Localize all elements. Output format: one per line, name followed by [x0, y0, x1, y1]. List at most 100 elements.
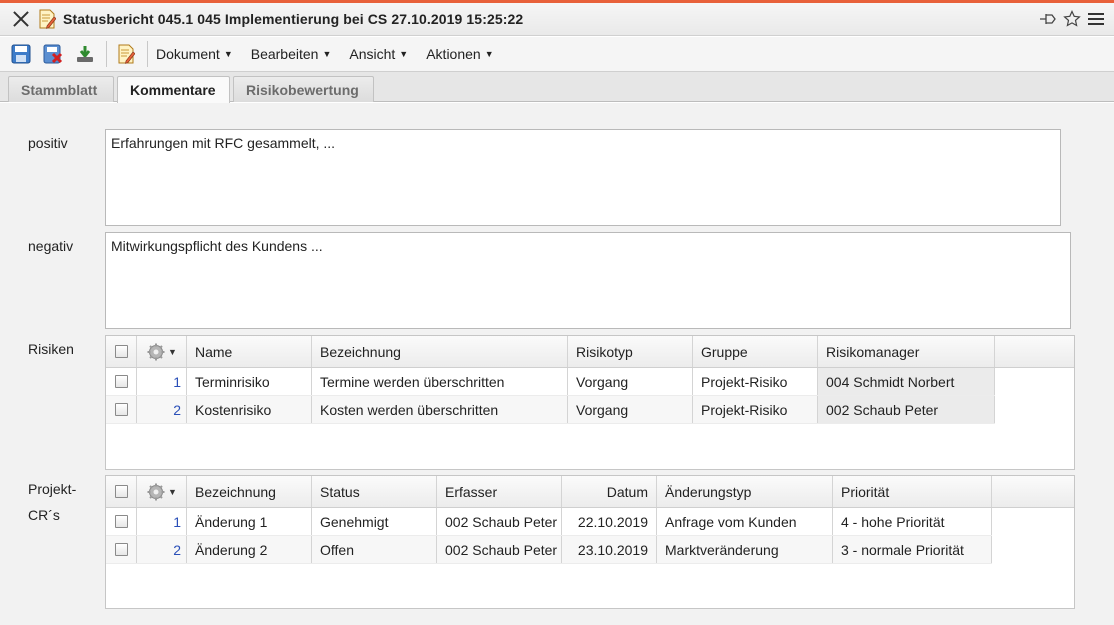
table-row[interactable]: 2 Kostenrisiko Kosten werden überschritt…: [106, 396, 995, 424]
row-select-cell: [106, 396, 137, 423]
menu-bearbeiten[interactable]: Bearbeiten ▼: [251, 46, 332, 62]
column-header-status[interactable]: Status: [312, 476, 437, 507]
caret-down-icon: ▼: [168, 486, 177, 497]
cell-datum: 22.10.2019: [562, 508, 657, 535]
column-settings-button[interactable]: ▼: [146, 342, 177, 362]
tab-risikobewertung[interactable]: Risikobewertung: [233, 76, 374, 102]
caret-down-icon: ▼: [484, 49, 494, 59]
row-number: 1: [137, 508, 187, 535]
row-select-cell: [106, 536, 137, 563]
table-row[interactable]: 1 Terminrisiko Termine werden überschrit…: [106, 368, 995, 396]
column-settings-button[interactable]: ▼: [146, 482, 177, 502]
row-number: 1: [137, 368, 187, 395]
negativ-label: negativ: [28, 238, 74, 254]
cell-prioritaet: 4 - hohe Priorität: [833, 508, 992, 535]
cell-name: Terminrisiko: [187, 368, 312, 395]
column-header-bezeichnung[interactable]: Bezeichnung: [187, 476, 312, 507]
table-row[interactable]: 1 Änderung 1 Genehmigt 002 Schaub Peter …: [106, 508, 992, 536]
row-select-cell: [106, 508, 137, 535]
projekt-crs-grid: ▼ Bezeichnung Status Erfasser Datum Ände…: [105, 475, 1075, 609]
row-select-cell: [106, 368, 137, 395]
select-all-checkbox[interactable]: [114, 345, 128, 358]
cell-gruppe: Projekt-Risiko: [693, 368, 818, 395]
toolbar-separator: [106, 41, 107, 67]
menu-label: Bearbeiten: [250, 46, 319, 62]
gear-icon: [147, 483, 165, 500]
cell-bezeichnung: Änderung 1: [187, 508, 312, 535]
tab-kommentare[interactable]: Kommentare: [117, 76, 230, 103]
menu-label: Ansicht: [349, 46, 396, 62]
header-settings: ▼: [137, 336, 187, 367]
tab-stammblatt[interactable]: Stammblatt: [8, 76, 114, 102]
cell-erfasser: 002 Schaub Peter: [437, 508, 562, 535]
positiv-text: Erfahrungen mit RFC gesammelt, ...: [111, 135, 336, 151]
close-icon[interactable]: [10, 8, 32, 30]
cell-name: Kostenrisiko: [187, 396, 312, 423]
menu-dokument[interactable]: Dokument ▼: [156, 46, 233, 62]
cell-bezeichnung: Termine werden überschritten: [312, 368, 568, 395]
header-select-all: [106, 336, 137, 367]
negativ-textarea[interactable]: Mitwirkungspflicht des Kundens ...: [105, 232, 1071, 329]
cell-status: Genehmigt: [312, 508, 437, 535]
cell-aenderungstyp: Anfrage vom Kunden: [657, 508, 833, 535]
download-icon[interactable]: [74, 43, 96, 65]
row-checkbox[interactable]: [114, 515, 128, 528]
caret-down-icon: ▼: [399, 49, 409, 59]
risiken-grid-header: ▼ Name Bezeichnung Risikotyp Gruppe Risi…: [106, 336, 1074, 368]
menu-aktionen[interactable]: Aktionen ▼: [426, 46, 493, 62]
menu-ansicht[interactable]: Ansicht ▼: [349, 46, 408, 62]
cell-risikotyp: Vorgang: [568, 396, 693, 423]
caret-down-icon: ▼: [168, 346, 177, 357]
projekt-crs-label-line1: Projekt-: [28, 481, 77, 497]
row-checkbox[interactable]: [114, 403, 128, 416]
toolbar-separator: [147, 41, 148, 67]
tab-bar: Stammblatt Kommentare Risikobewertung: [0, 72, 1114, 103]
header-select-all: [106, 476, 137, 507]
cell-risikotyp: Vorgang: [568, 368, 693, 395]
column-header-aenderungstyp[interactable]: Änderungstyp: [657, 476, 833, 507]
column-header-bezeichnung[interactable]: Bezeichnung: [312, 336, 568, 367]
star-icon[interactable]: [1062, 9, 1082, 29]
window-title: Statusbericht 045.1 045 Implementierung …: [63, 11, 524, 27]
caret-down-icon: ▼: [223, 49, 233, 59]
edit-document-icon[interactable]: [115, 43, 137, 65]
column-header-erfasser[interactable]: Erfasser: [437, 476, 562, 507]
cell-prioritaet: 3 - normale Priorität: [833, 536, 992, 563]
gear-icon: [147, 343, 165, 360]
column-header-risikomanager[interactable]: Risikomanager: [818, 336, 995, 367]
cell-aenderungstyp: Marktveränderung: [657, 536, 833, 563]
positiv-textarea[interactable]: Erfahrungen mit RFC gesammelt, ...: [105, 129, 1061, 226]
projekt-crs-grid-header: ▼ Bezeichnung Status Erfasser Datum Ände…: [106, 476, 1074, 508]
cell-gruppe: Projekt-Risiko: [693, 396, 818, 423]
tab-label: Risikobewertung: [246, 81, 359, 98]
table-row[interactable]: 2 Änderung 2 Offen 002 Schaub Peter 23.1…: [106, 536, 992, 564]
delete-icon[interactable]: [42, 43, 64, 65]
pin-icon[interactable]: [1038, 9, 1058, 29]
tab-label: Stammblatt: [21, 81, 98, 98]
select-all-checkbox[interactable]: [114, 485, 128, 498]
menu-label: Dokument: [156, 46, 220, 62]
menu-label: Aktionen: [426, 46, 481, 62]
row-number: 2: [137, 536, 187, 563]
cell-risikomanager: 002 Schaub Peter: [818, 396, 995, 423]
negativ-text: Mitwirkungspflicht des Kundens ...: [111, 238, 323, 254]
save-icon[interactable]: [10, 43, 32, 65]
projekt-crs-label-line2: CR´s: [28, 507, 60, 523]
window-titlebar: Statusbericht 045.1 045 Implementierung …: [0, 3, 1114, 36]
row-checkbox[interactable]: [114, 375, 128, 388]
hamburger-menu-icon[interactable]: [1086, 9, 1106, 29]
risiken-label: Risiken: [28, 341, 74, 357]
row-checkbox[interactable]: [114, 543, 128, 556]
risiken-grid: ▼ Name Bezeichnung Risikotyp Gruppe Risi…: [105, 335, 1075, 470]
cell-bezeichnung: Kosten werden überschritten: [312, 396, 568, 423]
column-header-gruppe[interactable]: Gruppe: [693, 336, 818, 367]
column-header-datum[interactable]: Datum: [562, 476, 657, 507]
cell-datum: 23.10.2019: [562, 536, 657, 563]
tab-label: Kommentare: [130, 82, 216, 98]
column-header-risikotyp[interactable]: Risikotyp: [568, 336, 693, 367]
cell-bezeichnung: Änderung 2: [187, 536, 312, 563]
header-settings: ▼: [137, 476, 187, 507]
column-header-prioritaet[interactable]: Priorität: [833, 476, 992, 507]
positiv-label: positiv: [28, 135, 68, 151]
column-header-name[interactable]: Name: [187, 336, 312, 367]
